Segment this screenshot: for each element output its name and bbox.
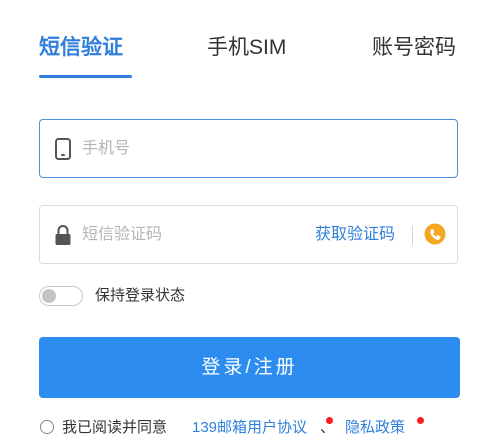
divider xyxy=(412,226,413,245)
privacy-policy-link[interactable]: 隐私政策 xyxy=(345,417,405,439)
tab-account-password[interactable]: 账号密码 xyxy=(372,33,456,63)
get-code-button[interactable]: 获取验证码 xyxy=(315,206,395,263)
agreement-text: 我已阅读并同意 xyxy=(62,419,168,436)
agreement-checkbox[interactable] xyxy=(40,420,54,434)
new-badge-dot xyxy=(417,417,424,424)
sms-code-field: 获取验证码 xyxy=(39,205,458,264)
phone-field xyxy=(39,119,458,178)
phone-input[interactable] xyxy=(82,120,322,177)
tab-sms-verification[interactable]: 短信验证 xyxy=(39,33,123,63)
tab-mobile-sim[interactable]: 手机SIM xyxy=(207,33,286,63)
active-tab-underline xyxy=(39,75,132,78)
toggle-knob xyxy=(42,289,56,303)
keep-login-label: 保持登录状态 xyxy=(95,287,186,304)
keep-login-toggle[interactable] xyxy=(39,286,83,306)
voice-code-icon[interactable] xyxy=(424,223,446,245)
login-register-button[interactable]: 登录/注册 xyxy=(39,337,460,398)
login-tabs: 短信验证 手机SIM 账号密码 xyxy=(0,0,500,90)
sms-code-input[interactable] xyxy=(82,206,307,263)
new-badge-dot xyxy=(326,417,333,424)
phone-icon xyxy=(55,138,71,160)
user-agreement-link[interactable]: 139邮箱用户协议 xyxy=(192,417,307,439)
lock-icon xyxy=(55,225,71,245)
